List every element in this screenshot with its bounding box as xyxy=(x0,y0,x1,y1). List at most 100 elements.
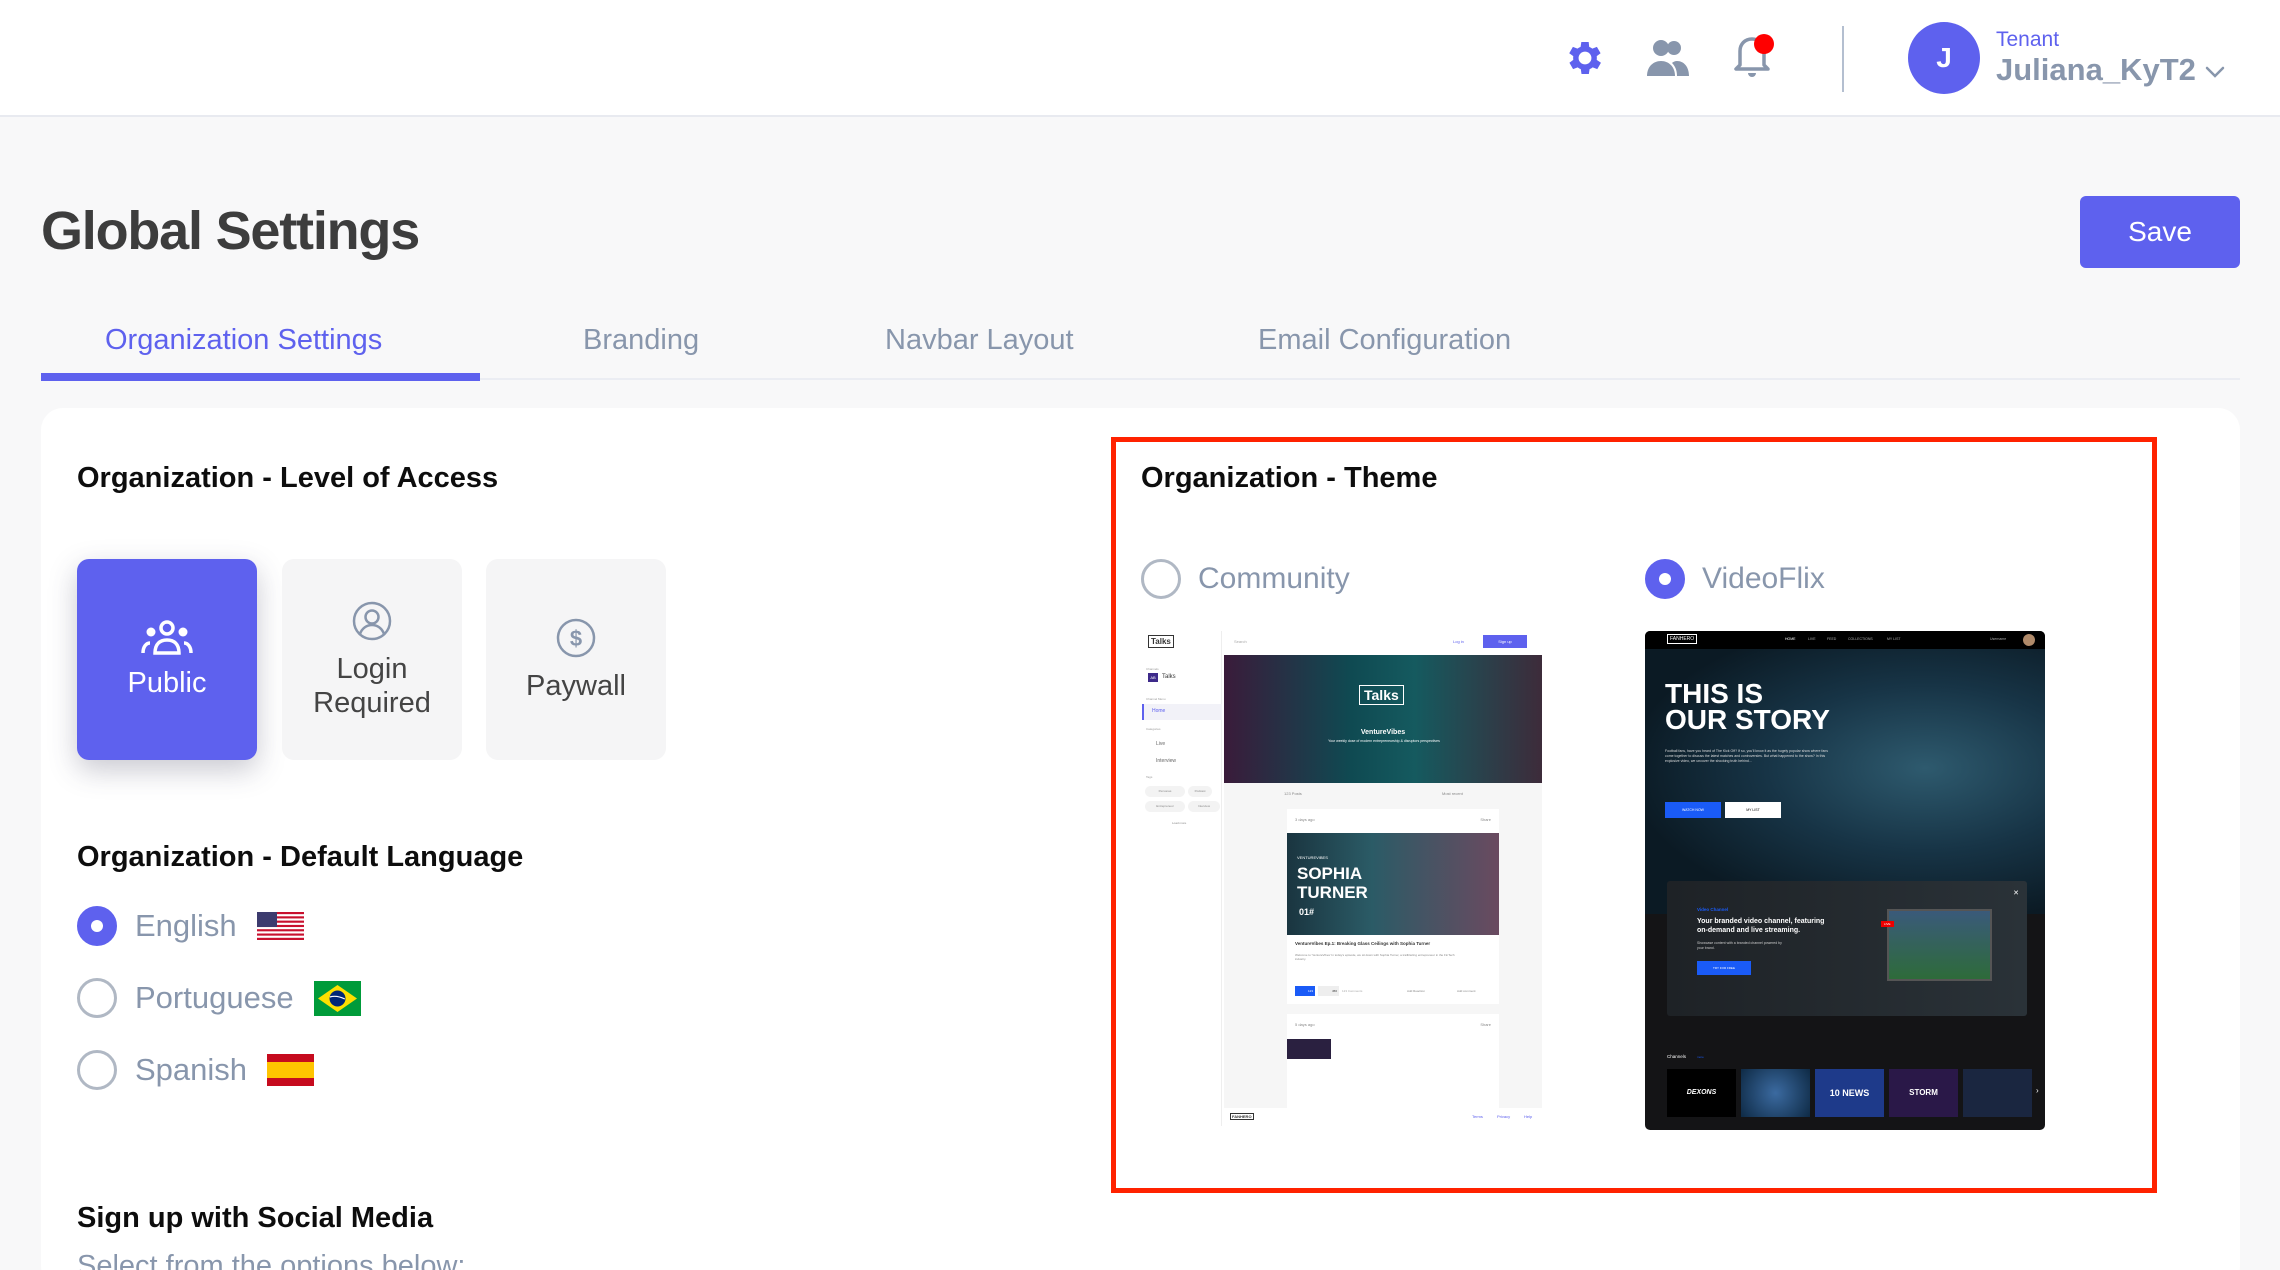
preview-banner: Talks VentureVibes Your weekly dose of m… xyxy=(1224,655,1542,783)
preview-share: Share xyxy=(1480,817,1491,822)
preview-tag: Entrepreneur xyxy=(1145,801,1185,812)
social-section-title: Sign up with Social Media xyxy=(77,1202,434,1234)
preview-post-title: VentureVibes Ep.1: Breaking Glass Ceilin… xyxy=(1295,941,1431,946)
top-navbar: J Tenant Juliana_KyT2 xyxy=(0,0,2280,117)
dollar-circle-icon: $ xyxy=(556,618,596,657)
preview-overlay-brand: VENTUREVIBES xyxy=(1297,855,1328,860)
community-theme-preview[interactable]: Talks Channels AB Talks Channel Menu Hom… xyxy=(1142,631,1542,1126)
preview-label: Channel Menu xyxy=(1146,697,1166,701)
settings-tabs: Organization Settings Branding Navbar La… xyxy=(41,310,2240,381)
access-option-login-required[interactable]: Login Required xyxy=(282,559,462,760)
preview-close-icon: ✕ xyxy=(2013,890,2019,897)
preview-hero-title: OUR STORY xyxy=(1665,704,1830,735)
preview-promo-cta: TRY FOR FREE xyxy=(1697,961,1751,975)
preview-add-comment: Add comment xyxy=(1457,989,1476,993)
preview-channel-tile xyxy=(1741,1069,1810,1117)
users-button[interactable] xyxy=(1644,34,1692,82)
preview-footer-link: Help xyxy=(1524,1114,1533,1119)
preview-tag: Interview xyxy=(1188,801,1220,812)
preview-sidebar: Talks Channels AB Talks Channel Menu Hom… xyxy=(1142,631,1222,1126)
preview-logo: FANHERO xyxy=(1667,634,1698,644)
chevron-down-icon[interactable] xyxy=(2203,62,2227,82)
preview-channels-label: Channels xyxy=(1667,1054,1687,1059)
preview-hero-desc: Football fans, have you heard of The Kic… xyxy=(1665,749,1828,763)
radio-english[interactable] xyxy=(77,906,117,946)
preview-nav-item: FEED xyxy=(1827,637,1837,641)
theme-option-label: Community xyxy=(1198,562,1350,595)
theme-option-label: VideoFlix xyxy=(1702,562,1825,595)
preview-live-badge: LIVE xyxy=(1881,921,1894,927)
preview-watch-now: WATCH NOW xyxy=(1665,802,1721,818)
preview-channel-name: Talks xyxy=(1162,674,1176,680)
radio-portuguese[interactable] xyxy=(77,978,117,1018)
preview-nav-item: COLLECTIONS xyxy=(1848,637,1873,641)
tenant-name[interactable]: Juliana_KyT2 xyxy=(1996,52,2196,88)
language-option-english[interactable]: English xyxy=(77,906,304,946)
theme-option-community[interactable]: Community xyxy=(1141,559,1350,599)
preview-search: Search xyxy=(1234,639,1247,644)
preview-signup: Sign up xyxy=(1483,635,1527,648)
language-label: English xyxy=(135,908,237,943)
preview-label: Channels xyxy=(1146,667,1159,671)
preview-overlay-name: TURNER xyxy=(1297,883,1368,902)
preview-label: Tags xyxy=(1146,775,1153,779)
radio-videoflix[interactable] xyxy=(1645,559,1685,599)
tab-email-configuration[interactable]: Email Configuration xyxy=(1258,324,1511,357)
notification-badge xyxy=(1754,34,1774,54)
language-label: Portuguese xyxy=(135,980,294,1015)
preview-banner-logo: Talks xyxy=(1359,685,1404,705)
preview-reaction: 456 xyxy=(1318,986,1339,996)
page-title: Global Settings xyxy=(41,201,420,261)
access-section-title: Organization - Level of Access xyxy=(77,462,499,494)
preview-promo-desc: Showcase content with a branded channel … xyxy=(1697,941,1782,950)
social-subtitle: Select from the options below: xyxy=(77,1250,466,1270)
access-option-paywall[interactable]: $ Paywall xyxy=(486,559,666,760)
notifications-button[interactable] xyxy=(1728,34,1776,82)
tenant-label: Tenant xyxy=(1996,28,2060,51)
theme-section-title: Organization - Theme xyxy=(1141,462,1438,494)
preview-my-list: MY LIST xyxy=(1725,802,1781,818)
preview-comments: 123 Comments xyxy=(1342,989,1363,993)
preview-nav-home: Home xyxy=(1152,708,1166,714)
active-tab-indicator xyxy=(41,373,480,381)
preview-reaction: 123 xyxy=(1295,986,1315,996)
users-icon xyxy=(1647,40,1689,76)
settings-button[interactable] xyxy=(1561,34,1609,82)
preview-channel-tile xyxy=(1963,1069,2032,1117)
preview-nav-item: LIVE xyxy=(1808,637,1816,641)
access-option-public[interactable]: Public xyxy=(77,559,257,760)
preview-footer-link: Terms xyxy=(1472,1114,1483,1119)
svg-text:$: $ xyxy=(570,626,582,651)
theme-option-videoflix[interactable]: VideoFlix xyxy=(1645,559,1825,599)
preview-channel-tile: STORM xyxy=(1889,1069,1958,1117)
avatar[interactable]: J xyxy=(1908,22,1980,94)
preview-sort: Most recent xyxy=(1442,791,1463,796)
spain-flag-icon xyxy=(267,1054,315,1086)
preview-load-more: Load more xyxy=(1172,821,1187,825)
preview-footer-link: Privacy xyxy=(1497,1114,1511,1119)
radio-spanish[interactable] xyxy=(77,1050,117,1090)
preview-login: Log in xyxy=(1453,639,1464,644)
access-option-label: Public xyxy=(127,666,207,699)
access-option-label: Paywall xyxy=(526,669,626,702)
preview-user: Username xyxy=(1990,637,2007,641)
tab-branding[interactable]: Branding xyxy=(583,324,699,357)
save-button[interactable]: Save xyxy=(2080,196,2240,268)
group-icon xyxy=(141,619,193,655)
gear-icon xyxy=(1569,42,1601,74)
preview-share: Share xyxy=(1480,1022,1491,1027)
preview-post-desc: Welcome to 'VentureVibes' In today's epi… xyxy=(1295,953,1455,961)
tab-navbar-layout[interactable]: Navbar Layout xyxy=(885,324,1074,357)
preview-logo: Talks xyxy=(1148,635,1174,648)
language-option-spanish[interactable]: Spanish xyxy=(77,1050,315,1090)
preview-footer-logo: FANHERO xyxy=(1230,1113,1254,1120)
preview-tag: Personas xyxy=(1145,786,1185,797)
tab-organization-settings[interactable]: Organization Settings xyxy=(105,324,382,357)
preview-hero: THIS IS OUR STORY Football fans, have yo… xyxy=(1645,649,2045,914)
radio-community[interactable] xyxy=(1141,559,1181,599)
preview-post: 3 days ago Share VENTUREVIBES SOPHIA TUR… xyxy=(1287,809,1499,1004)
preview-promo-kicker: Video Channel xyxy=(1697,907,1729,912)
language-option-portuguese[interactable]: Portuguese xyxy=(77,978,361,1018)
videoflix-theme-preview[interactable]: FANHERO HOME LIVE FEED COLLECTIONS MY LI… xyxy=(1645,631,2045,1130)
language-section-title: Organization - Default Language xyxy=(77,841,524,873)
